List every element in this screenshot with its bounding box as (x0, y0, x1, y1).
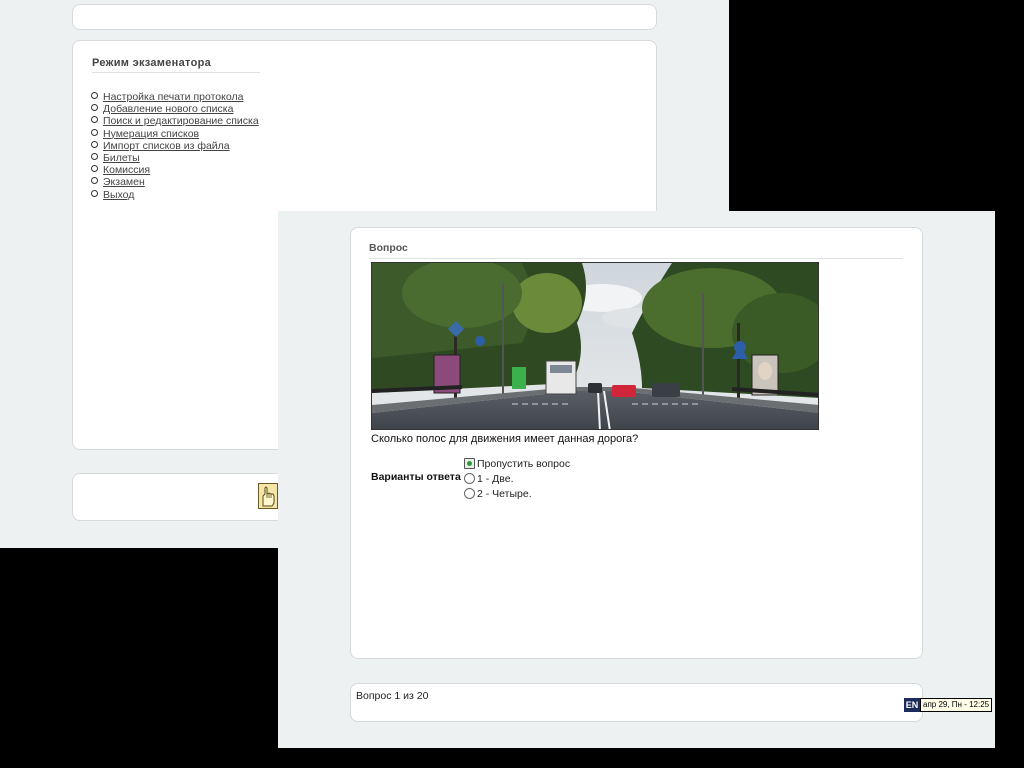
bullet-icon (91, 153, 98, 161)
bullet-icon (91, 165, 98, 173)
menu-item-exit: Выход (91, 189, 259, 201)
menu-link[interactable]: Импорт списков из файла (103, 140, 230, 152)
clock: апр 29, Пн - 12:25 (920, 698, 993, 712)
menu-link[interactable]: Нумерация списков (103, 128, 199, 140)
menu-item-search-edit-list: Поиск и редактирование списка (91, 115, 259, 127)
menu-item-tickets: Билеты (91, 152, 259, 164)
answer-options: Пропустить вопрос 1 - Две. 2 - Четыре. (464, 456, 570, 501)
status-panel: Вопрос 1 из 20 (350, 683, 923, 722)
exam-question-window: Вопрос Сколько полос для движения имеет … (278, 211, 995, 748)
answer-option-2[interactable]: 2 - Четыре. (464, 486, 570, 501)
radio-icon[interactable] (464, 473, 475, 484)
answers-label: Варианты ответа (371, 471, 461, 483)
examiner-menu: Настройка печати протокола Добавление но… (91, 91, 259, 201)
question-heading: Вопрос (369, 242, 903, 259)
menu-link[interactable]: Поиск и редактирование списка (103, 115, 259, 127)
menu-item-import: Импорт списков из файла (91, 140, 259, 152)
hand-pointer-icon[interactable] (258, 483, 278, 509)
bullet-icon (91, 140, 98, 148)
menu-link[interactable]: Выход (103, 189, 134, 201)
bullet-icon (91, 92, 98, 99)
menu-item-commission: Комиссия (91, 164, 259, 176)
menu-link[interactable]: Экзамен (103, 176, 145, 188)
answer-option-1[interactable]: 1 - Две. (464, 471, 570, 486)
radio-icon[interactable] (464, 488, 475, 499)
language-indicator[interactable]: EN (904, 698, 920, 712)
radio-selected-icon[interactable] (464, 458, 475, 469)
answer-option-skip[interactable]: Пропустить вопрос (464, 456, 570, 471)
menu-item-add-list: Добавление нового списка (91, 103, 259, 115)
answer-label: Пропустить вопрос (477, 457, 571, 470)
question-text: Сколько полос для движения имеет данная … (371, 433, 639, 445)
bullet-icon (91, 189, 98, 197)
menu-link[interactable]: Билеты (103, 152, 140, 164)
menu-link[interactable]: Комиссия (103, 164, 150, 176)
menu-item-print-settings: Настройка печати протокола (91, 91, 259, 103)
menu-item-numbering: Нумерация списков (91, 128, 259, 140)
road-photo (371, 262, 819, 430)
bullet-icon (91, 128, 98, 136)
bullet-icon (91, 104, 98, 112)
bullet-icon (91, 116, 98, 124)
menu-link[interactable]: Настройка печати протокола (103, 91, 243, 103)
menu-item-exam: Экзамен (91, 176, 259, 188)
menu-link[interactable]: Добавление нового списка (103, 103, 233, 115)
top-panel (72, 4, 657, 30)
question-progress: Вопрос 1 из 20 (356, 690, 429, 702)
examiner-mode-heading: Режим экзаменатора (92, 57, 260, 73)
question-panel: Вопрос Сколько полос для движения имеет … (350, 227, 923, 659)
answer-label: 1 - Две. (477, 472, 514, 485)
bullet-icon (91, 177, 98, 185)
answer-label: 2 - Четыре. (477, 487, 532, 500)
